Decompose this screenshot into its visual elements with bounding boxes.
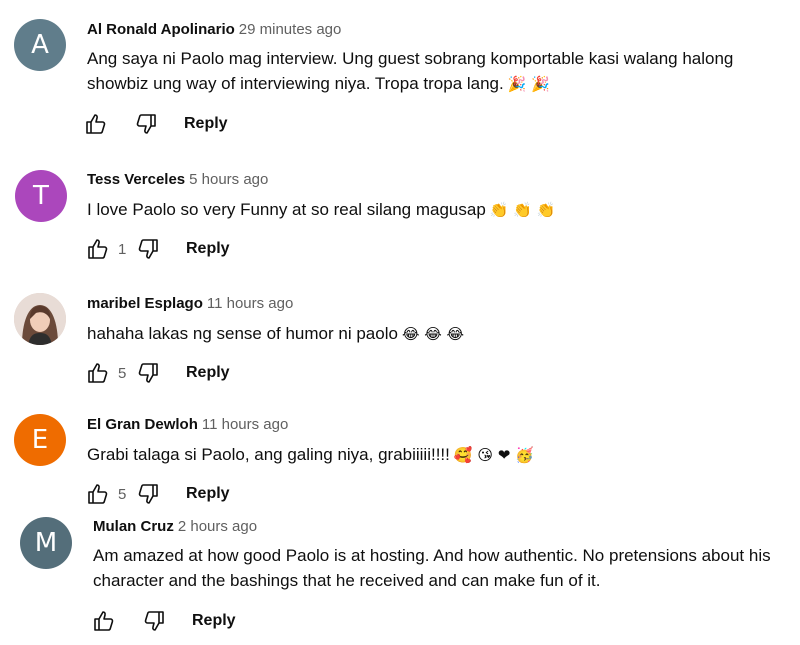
reply-button[interactable]: Reply — [186, 364, 230, 382]
comment-timestamp[interactable]: 11 hours ago — [207, 295, 293, 312]
author-name[interactable]: Al Ronald Apolinario — [87, 21, 235, 38]
like-button[interactable] — [84, 235, 112, 263]
comment-body: Ang saya ni Paolo mag interview. Ung gue… — [87, 49, 734, 93]
comment-actions: 5 Reply — [84, 359, 230, 387]
reply-button[interactable]: Reply — [186, 240, 230, 258]
thumbs-down-icon — [138, 239, 158, 259]
comment-timestamp[interactable]: 11 hours ago — [202, 416, 288, 433]
thumbs-up-icon — [88, 239, 108, 259]
like-count: 5 — [118, 485, 127, 503]
avatar[interactable]: M — [20, 517, 72, 569]
comment-header: maribel Esplago 11 hours ago — [87, 294, 293, 314]
author-name[interactable]: Tess Verceles — [87, 171, 185, 188]
comment-body: Grabi talaga si Paolo, ang galing niya, … — [87, 445, 450, 464]
like-button[interactable] — [82, 110, 110, 138]
emoji-group: 👏 👏 👏 — [489, 201, 556, 219]
emoji-group: 🥰 😘 ❤ 🥳 — [453, 446, 534, 464]
comment-actions: Reply — [82, 110, 228, 138]
reply-button[interactable]: Reply — [192, 612, 236, 630]
like-count: 1 — [118, 240, 127, 258]
comment-actions: 1 Reply — [84, 235, 230, 263]
comment-body: hahaha lakas ng sense of humor ni paolo — [87, 324, 398, 343]
thumbs-up-icon — [86, 114, 106, 134]
comment-text: Ang saya ni Paolo mag interview. Ung gue… — [87, 46, 777, 97]
comment-text: I love Paolo so very Funny at so real si… — [87, 197, 777, 223]
comment-actions: 5 Reply — [84, 480, 230, 508]
like-button[interactable] — [84, 359, 112, 387]
avatar[interactable]: T — [15, 170, 67, 222]
thumbs-up-icon — [88, 363, 108, 383]
author-name[interactable]: El Gran Dewloh — [87, 416, 198, 433]
comment-timestamp[interactable]: 29 minutes ago — [239, 21, 342, 38]
thumbs-down-icon — [144, 611, 164, 631]
dislike-button[interactable] — [132, 110, 160, 138]
dislike-button[interactable] — [134, 359, 162, 387]
comment-text: Am amazed at how good Paolo is at hostin… — [93, 543, 793, 593]
comment-header: Mulan Cruz 2 hours ago — [93, 517, 257, 537]
dislike-button[interactable] — [134, 480, 162, 508]
thumbs-up-icon — [88, 484, 108, 504]
author-name[interactable]: Mulan Cruz — [93, 518, 174, 535]
reply-button[interactable]: Reply — [184, 115, 228, 133]
avatar[interactable] — [14, 293, 66, 345]
reply-button[interactable]: Reply — [186, 485, 230, 503]
like-count: 5 — [118, 364, 127, 382]
avatar[interactable]: E — [14, 414, 66, 466]
comment-text: hahaha lakas ng sense of humor ni paolo 😂… — [87, 321, 777, 347]
like-button[interactable] — [90, 607, 118, 635]
emoji-group: 😂 😂 😂 — [401, 325, 465, 343]
thumbs-up-icon — [94, 611, 114, 631]
thumbs-down-icon — [136, 114, 156, 134]
comment-body: Am amazed at how good Paolo is at hostin… — [93, 546, 771, 590]
dislike-button[interactable] — [140, 607, 168, 635]
thumbs-down-icon — [138, 363, 158, 383]
dislike-button[interactable] — [134, 235, 162, 263]
comment-text: Grabi talaga si Paolo, ang galing niya, … — [87, 442, 777, 468]
profile-photo-icon — [14, 293, 66, 345]
comment-timestamp[interactable]: 2 hours ago — [178, 518, 257, 535]
comment-header: El Gran Dewloh 11 hours ago — [87, 415, 288, 435]
comment-header: Al Ronald Apolinario 29 minutes ago — [87, 20, 341, 40]
comment-timestamp[interactable]: 5 hours ago — [189, 171, 268, 188]
thumbs-down-icon — [138, 484, 158, 504]
avatar[interactable]: A — [14, 19, 66, 71]
comment-actions: Reply — [90, 607, 236, 635]
emoji-group: 🎉 🎉 — [507, 75, 550, 93]
comment-body: I love Paolo so very Funny at so real si… — [87, 200, 486, 219]
like-button[interactable] — [84, 480, 112, 508]
author-name[interactable]: maribel Esplago — [87, 295, 203, 312]
comment-header: Tess Verceles 5 hours ago — [87, 170, 268, 190]
